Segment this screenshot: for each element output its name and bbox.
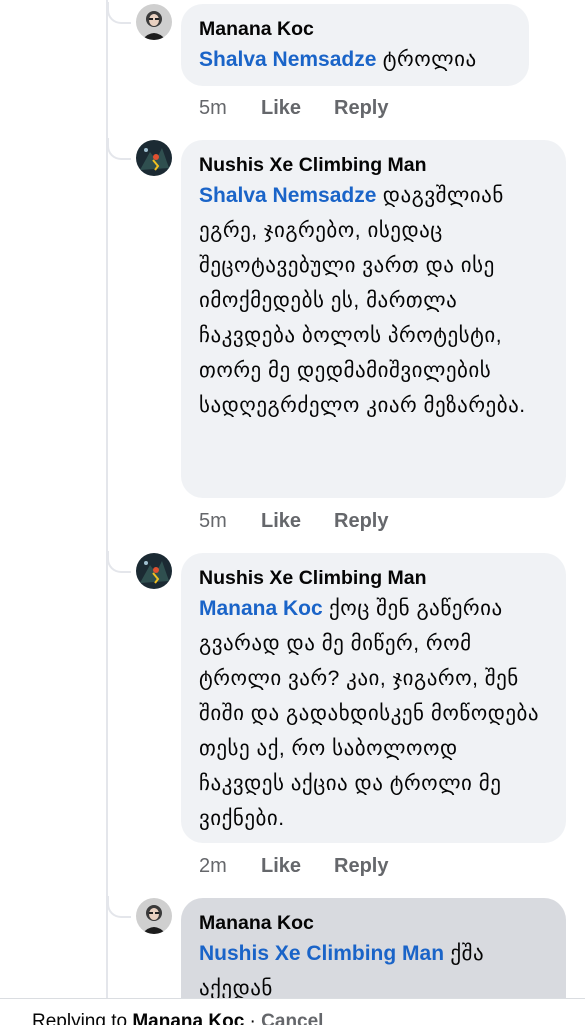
separator-dot: · <box>244 1011 262 1025</box>
reply-button[interactable]: Reply <box>334 854 388 878</box>
thread-connector <box>107 896 131 918</box>
comment-actions: 2m Like Reply <box>199 854 388 878</box>
comment-author[interactable]: Nushis Xe Climbing Man <box>199 565 548 591</box>
thread-connector <box>107 2 131 24</box>
like-button[interactable]: Like <box>261 854 334 878</box>
mention-link[interactable]: Manana Koc <box>199 597 323 620</box>
comment-body: ტროლია <box>376 48 477 71</box>
replying-to-bar: Replying to Manana Koc · Cancel <box>0 998 585 1025</box>
like-button[interactable]: Like <box>261 96 334 120</box>
comment-text: Nushis Xe Climbing Man ქშა აქედან <box>199 936 548 998</box>
thread-connector <box>107 551 131 573</box>
replying-to-name: Manana Koc <box>132 1011 245 1025</box>
avatar[interactable] <box>136 553 172 589</box>
comment-author[interactable]: Manana Koc <box>199 16 511 42</box>
mention-link[interactable]: Nushis Xe Climbing Man <box>199 942 444 965</box>
comment-bubble: Manana Koc Shalva Nemsadze ტროლია <box>181 4 529 86</box>
mention-link[interactable]: Shalva Nemsadze <box>199 48 376 71</box>
comment-text: Shalva Nemsadze ტროლია <box>199 42 511 77</box>
comment-bubble: Nushis Xe Climbing Man Manana Koc ქოც შე… <box>181 553 566 843</box>
comment-text: Shalva Nemsadze დაგვშლიან ეგრე, ჯიგრებო,… <box>199 178 548 423</box>
mention-link[interactable]: Shalva Nemsadze <box>199 184 376 207</box>
avatar[interactable] <box>136 898 172 934</box>
thread-connector <box>107 138 131 160</box>
comment-bubble: Nushis Xe Climbing Man Shalva Nemsadze დ… <box>181 140 566 498</box>
comment-body: ქოც შენ გაწერია გვარად და მე მიწერ, რომ … <box>199 597 540 830</box>
comment-timestamp: 5m <box>199 510 227 532</box>
comment-author[interactable]: Nushis Xe Climbing Man <box>199 152 548 178</box>
avatar[interactable] <box>136 4 172 40</box>
comment-author[interactable]: Manana Koc <box>199 910 548 936</box>
comment-timestamp: 5m <box>199 97 227 119</box>
like-button[interactable]: Like <box>261 509 334 533</box>
replying-to-prefix: Replying to <box>32 1011 133 1025</box>
comment-actions: 5m Like Reply <box>199 96 388 120</box>
replying-to-text: Replying to Manana Koc · Cancel <box>32 1011 323 1025</box>
comment-bubble: Manana Koc Nushis Xe Climbing Man ქშა აქ… <box>181 898 566 998</box>
comment-body: დაგვშლიან ეგრე, ჯიგრებო, ისედაც შეცოტავე… <box>199 184 526 417</box>
reply-button[interactable]: Reply <box>334 509 388 533</box>
comment-text: Manana Koc ქოც შენ გაწერია გვარად და მე … <box>199 591 548 836</box>
comment-timestamp: 2m <box>199 855 227 877</box>
comment-actions: 5m Like Reply <box>199 509 388 533</box>
reply-button[interactable]: Reply <box>334 96 388 120</box>
avatar[interactable] <box>136 140 172 176</box>
cancel-reply-button[interactable]: Cancel <box>261 1011 323 1025</box>
